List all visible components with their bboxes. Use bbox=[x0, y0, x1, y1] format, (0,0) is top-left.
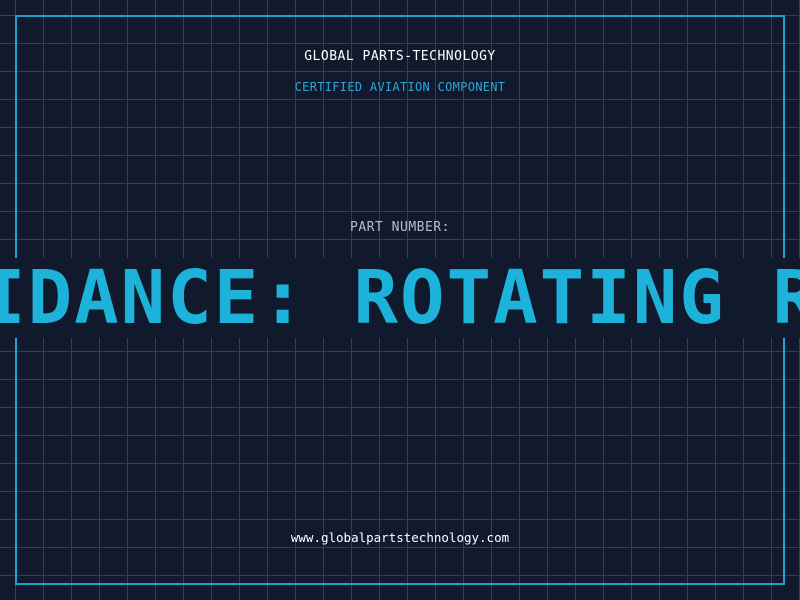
page-canvas: GLOBAL PARTS-TECHNOLOGY CERTIFIED AVIATI… bbox=[0, 0, 800, 600]
brand-title: GLOBAL PARTS-TECHNOLOGY bbox=[304, 49, 496, 64]
certification-subtitle: CERTIFIED AVIATION COMPONENT bbox=[294, 80, 506, 94]
part-number-banner: WEATHER AVOIDANCE: ROTATING RADAR SYSTEM bbox=[0, 258, 800, 338]
website-url[interactable]: www.globalpartstechnology.com bbox=[0, 530, 800, 545]
part-number-value: WEATHER AVOIDANCE: ROTATING RADAR SYSTEM bbox=[0, 258, 800, 338]
part-number-label: PART NUMBER: bbox=[350, 220, 450, 235]
